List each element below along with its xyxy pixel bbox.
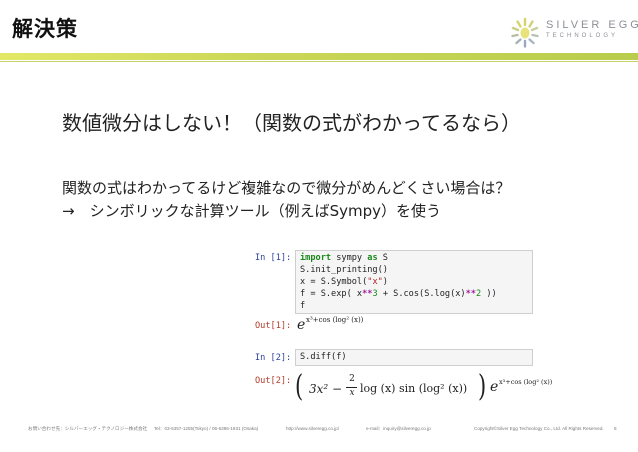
code-text: S — [377, 253, 388, 263]
output-1-base: e — [297, 317, 306, 333]
slide-title: 解決策 — [12, 17, 78, 41]
header-divider — [0, 61, 638, 62]
code-line: S.init_printing() — [300, 265, 388, 275]
body-text-question: 関数の式はわかってるけど複雑なので微分がめんどくさい場合は？ — [62, 179, 511, 197]
footer-email: e-mail：inquiry@silveregg.co.jp — [366, 426, 431, 431]
slide-subtitle: 数値微分はしない！（関数の式がわかってるなら） — [62, 111, 521, 135]
code-text: f = S.exp( x — [300, 289, 363, 299]
code-line: f = S.exp( x**3 + S.cos(S.log(x)**2 )) — [300, 289, 497, 299]
in-prompt-2: In [2]: — [255, 353, 292, 363]
output-2-exponent: x³+cos (log² (x)) — [499, 378, 553, 386]
output-1-exponent: x³+cos (log² (x)) — [306, 316, 364, 324]
output-2-left-paren: ( — [295, 369, 304, 404]
output-2-fraction-numerator: 2 — [349, 374, 355, 384]
logo-subtext: TECHNOLOGY — [546, 33, 619, 39]
code-text: )) — [481, 289, 497, 299]
output-2-term-b: log (x) sin (log² (x)) — [360, 382, 468, 395]
output-2-fraction-denominator: x — [349, 388, 355, 398]
header-accent-bar — [0, 53, 638, 60]
out-prompt-2: Out[2]: — [255, 376, 292, 386]
slide-footer: お問い合わせ先：シルバーエッグ・テクノロジー株式会社 Tel：03-5357-1… — [0, 424, 638, 436]
code-line: f — [300, 301, 306, 311]
footer-tel: Tel：03-5357-1255(Tokyo) / 06-6386-1931 (… — [154, 426, 259, 431]
code-cell-1: import sympy as S S.init_printing() x = … — [295, 250, 533, 314]
code-cell-2: S.diff(f) — [295, 349, 533, 366]
body-text-answer: → シンボリックな計算ツール（例えばSympy）を使う — [62, 202, 441, 220]
code-operator: ** — [465, 289, 476, 299]
footer-contact: お問い合わせ先：シルバーエッグ・テクノロジー株式会社 — [28, 426, 148, 431]
egg-logo-icon — [511, 17, 539, 48]
code-keyword: as — [367, 253, 378, 263]
code-text: + S.cos(S.log(x) — [377, 289, 466, 299]
output-2-base: e — [490, 379, 499, 395]
code-text: sympy — [331, 253, 368, 263]
page-number: 8 — [614, 426, 617, 431]
code-text: x = S.Symbol( — [300, 277, 368, 287]
jupyter-notebook-screenshot: In [1]: import sympy as S S.init_printin… — [218, 236, 552, 410]
code-line: S.diff(f) — [300, 352, 347, 362]
company-logo: SILVER EGG TECHNOLOGY — [507, 15, 638, 51]
output-2-right-paren: ) — [478, 369, 487, 404]
code-keyword: import — [300, 253, 332, 263]
code-line: x = S.Symbol("x") — [300, 277, 388, 287]
footer-copyright: Copyright©Silver Egg Technology Co., Ltd… — [474, 426, 604, 431]
code-operator: ** — [362, 289, 373, 299]
code-line: import sympy as S — [300, 253, 388, 263]
footer-url: http://www.silveregg.co.jp/ — [286, 426, 340, 431]
in-prompt-1: In [1]: — [255, 253, 292, 263]
code-string: "x" — [367, 277, 383, 287]
out-prompt-1: Out[1]: — [255, 321, 292, 331]
logo-wordmark: SILVER EGG — [546, 19, 638, 31]
output-2-term-a: 3x² − — [309, 382, 343, 396]
code-text: ) — [382, 277, 388, 287]
